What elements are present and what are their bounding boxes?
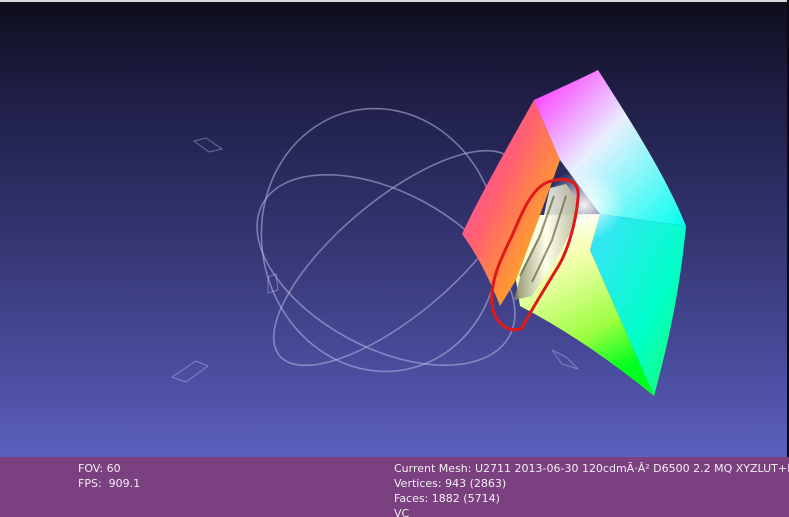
- gamut-mesh[interactable]: [462, 70, 686, 396]
- vertices-count: Vertices: 943 (2863): [394, 477, 507, 490]
- light-marker: [192, 137, 224, 153]
- mesh-stats: Current Mesh: U2711 2013-06-30 120cdmÃ·Â…: [394, 461, 789, 517]
- fps-row: FPS: 909.1: [78, 476, 140, 491]
- info-bar: FOV: 60 FPS: 909.1 Current Mesh: U2711 2…: [0, 457, 789, 517]
- 3d-viewport[interactable]: [0, 0, 789, 517]
- light-marker: [170, 360, 210, 383]
- current-mesh: Current Mesh: U2711 2013-06-30 120cdmÃ·Â…: [394, 462, 789, 475]
- light-marker: [551, 349, 579, 370]
- view-stats: FOV: 60 FPS: 909.1: [78, 461, 140, 491]
- scene-canvas[interactable]: [0, 0, 789, 457]
- fps-label: FPS:: [78, 477, 102, 490]
- fov-value: 60: [106, 462, 121, 475]
- faces-count: Faces: 1882 (5714): [394, 492, 500, 505]
- vc-label: VC: [394, 507, 410, 517]
- fov-label: FOV:: [78, 462, 104, 475]
- fov-row: FOV: 60: [78, 461, 140, 476]
- fps-value: 909.1: [108, 477, 141, 490]
